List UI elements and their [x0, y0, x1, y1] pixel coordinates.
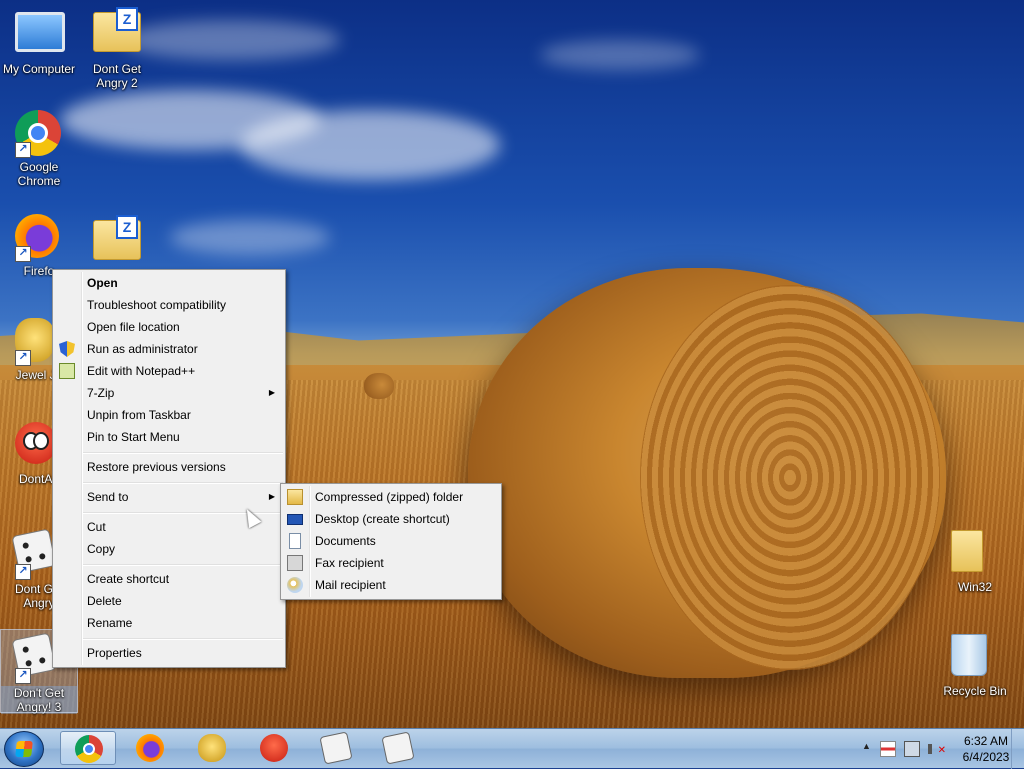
angry-bird-icon	[260, 734, 288, 762]
firefox-icon	[136, 734, 164, 762]
menu-item-open-file-location[interactable]: Open file location	[55, 316, 283, 338]
chrome-icon: ↗	[15, 110, 63, 158]
recycle-bin-icon	[951, 634, 999, 682]
menu-item-unpin-from-taskbar[interactable]: Unpin from Taskbar	[55, 404, 283, 426]
menu-item-create-shortcut[interactable]: Create shortcut	[55, 568, 283, 590]
menu-item-copy[interactable]: Copy	[55, 538, 283, 560]
menu-item-run-as-administrator[interactable]: Run as administrator	[55, 338, 283, 360]
taskbar-button-dont-get-angry[interactable]	[308, 731, 364, 765]
menu-item-label: Run as administrator	[87, 342, 198, 356]
menu-separator	[83, 564, 283, 566]
wallpaper-cloud	[240, 110, 500, 180]
menu-item-fax-recipient[interactable]: Fax recipient	[283, 552, 499, 574]
taskbar-button-firefox[interactable]	[122, 731, 178, 765]
menu-separator	[83, 452, 283, 454]
wallpaper-cloud	[540, 40, 700, 70]
menu-item-label: Desktop (create shortcut)	[315, 512, 450, 526]
desktop-icon-label: Win32	[957, 580, 992, 594]
menu-item-send-to[interactable]: Send to ▶	[55, 486, 283, 508]
menu-item-label: Compressed (zipped) folder	[315, 490, 464, 504]
my-computer-icon	[15, 12, 65, 60]
zip-folder-icon: Z	[93, 7, 141, 60]
desktop-icon-win32[interactable]: Win32	[937, 526, 1013, 594]
desktop-icon-label: Google Chrome	[17, 160, 61, 188]
menu-item-documents[interactable]: Documents	[283, 530, 499, 552]
taskbar-button-dont-get-angry-3[interactable]	[370, 731, 426, 765]
chrome-icon	[75, 735, 103, 763]
desktop-icon-my-computer[interactable]: My Computer	[1, 6, 77, 76]
action-center-flag-icon[interactable]	[880, 741, 896, 757]
taskbar: ▲ ✕ 6:32 AM 6/4/2023	[0, 728, 1024, 769]
wallpaper-cloud	[170, 220, 330, 255]
menu-item-delete[interactable]: Delete	[55, 590, 283, 612]
desktop-icon-recycle-bin[interactable]: Recycle Bin	[937, 630, 1013, 698]
menu-item-restore-previous-versions[interactable]: Restore previous versions	[55, 456, 283, 478]
desktop-icon-label: Recycle Bin	[943, 684, 1007, 698]
menu-separator	[83, 638, 283, 640]
mail-icon	[287, 577, 303, 593]
shortcut-arrow-icon: ↗	[15, 246, 31, 262]
clock-time: 6:32 AM	[963, 734, 1009, 748]
menu-item-desktop-create-shortcut[interactable]: Desktop (create shortcut)	[283, 508, 499, 530]
shortcut-arrow-icon: ↗	[15, 668, 31, 684]
desktop-icon-label: Dont Get Angry 2	[92, 62, 142, 90]
shortcut-arrow-icon: ↗	[15, 142, 31, 158]
menu-item-rename[interactable]: Rename	[55, 612, 283, 634]
context-menu: Open Troubleshoot compatibility Open fil…	[52, 269, 286, 668]
show-desktop-button[interactable]	[1011, 729, 1024, 769]
shortcut-arrow-icon: ↗	[15, 350, 31, 366]
system-tray: ▲ ✕ 6:32 AM 6/4/2023	[834, 729, 1024, 769]
desktop-icon-dont-get-angry-2[interactable]: Z Dont Get Angry 2	[79, 6, 155, 90]
wallpaper-hay-bale-face	[640, 285, 940, 670]
send-to-submenu: Compressed (zipped) folder Desktop (crea…	[280, 483, 502, 600]
start-button[interactable]	[4, 731, 44, 767]
dice-icon	[319, 731, 353, 765]
menu-item-7zip[interactable]: 7-Zip ▶	[55, 382, 283, 404]
menu-item-label: 7-Zip	[87, 386, 115, 400]
menu-item-mail-recipient[interactable]: Mail recipient	[283, 574, 499, 596]
menu-item-troubleshoot-compatibility[interactable]: Troubleshoot compatibility	[55, 294, 283, 316]
desktop-icon-label: Don't Get Angry! 3	[1, 686, 77, 714]
zip-folder-icon: Z	[93, 215, 141, 268]
volume-muted-icon[interactable]: ✕	[928, 741, 946, 757]
show-hidden-icons-button[interactable]: ▲	[862, 741, 871, 751]
menu-item-pin-to-start-menu[interactable]: Pin to Start Menu	[55, 426, 283, 448]
zip-folder-icon	[287, 489, 303, 505]
dice-icon	[381, 731, 415, 765]
desktop-icon-zip-folder[interactable]: Z	[79, 214, 155, 270]
uac-shield-icon	[59, 341, 75, 357]
menu-item-label: Send to	[87, 490, 129, 504]
menu-item-edit-with-notepadpp[interactable]: Edit with Notepad++	[55, 360, 283, 382]
wallpaper-small-bale	[364, 373, 394, 399]
menu-item-label: Fax recipient	[315, 556, 384, 570]
taskbar-button-chrome[interactable]	[60, 731, 116, 765]
desktop-icon-google-chrome[interactable]: ↗ Google Chrome	[1, 110, 77, 188]
submenu-arrow-icon: ▶	[268, 388, 275, 397]
jewel-icon	[198, 734, 226, 762]
menu-item-label: Documents	[315, 534, 376, 548]
folder-icon	[951, 530, 999, 578]
menu-item-label: Edit with Notepad++	[87, 364, 196, 378]
menu-item-compressed-folder[interactable]: Compressed (zipped) folder	[283, 486, 499, 508]
notepadpp-icon	[59, 363, 75, 379]
firefox-icon: ↗	[15, 214, 63, 262]
desktop-icon-label: My Computer	[2, 62, 76, 76]
taskbar-clock[interactable]: 6:32 AM 6/4/2023	[954, 733, 1018, 765]
desktop-icon	[287, 514, 303, 525]
documents-icon	[289, 533, 301, 549]
menu-item-label: Mail recipient	[315, 578, 386, 592]
fax-icon	[287, 555, 303, 571]
taskbar-button-dontangry[interactable]	[246, 731, 302, 765]
menu-item-open[interactable]: Open	[55, 272, 283, 294]
submenu-arrow-icon: ▶	[268, 492, 275, 501]
menu-item-properties[interactable]: Properties	[55, 642, 283, 664]
menu-separator	[83, 482, 283, 484]
taskbar-button-jewel[interactable]	[184, 731, 240, 765]
clock-date: 6/4/2023	[962, 750, 1010, 764]
shortcut-arrow-icon: ↗	[15, 564, 31, 580]
network-icon[interactable]	[904, 741, 920, 757]
